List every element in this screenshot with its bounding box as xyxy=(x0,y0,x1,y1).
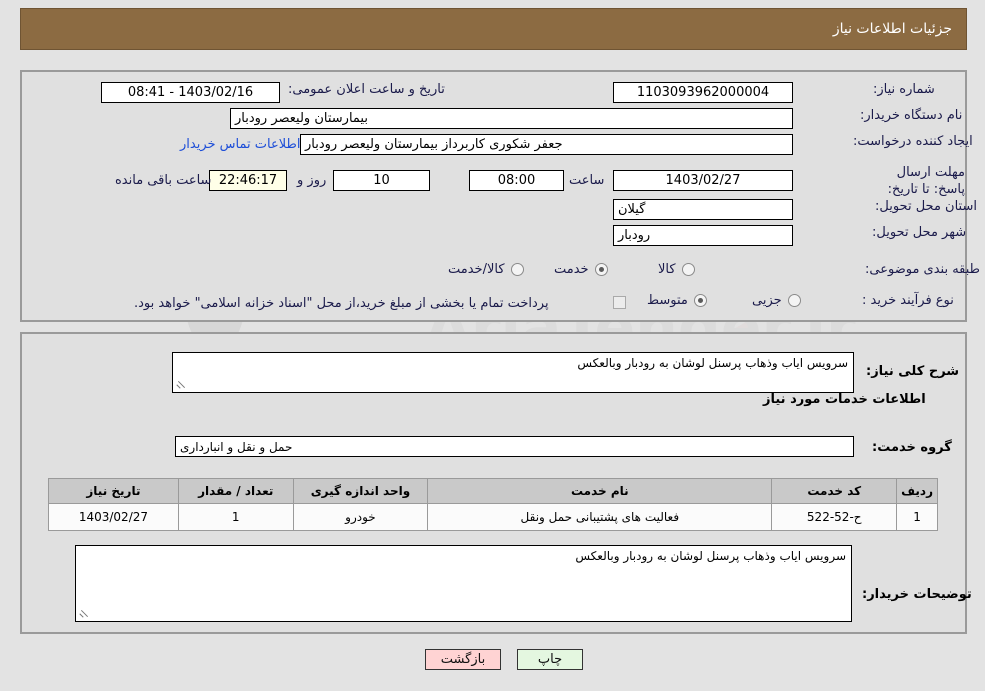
th-index: ردیف xyxy=(896,478,938,504)
cell-name: فعالیت های پشتیبانی حمل ونقل xyxy=(427,503,773,531)
purchase-option-motavasset[interactable]: متوسط xyxy=(647,293,707,308)
service-group-value: حمل و نقل و انبارداری xyxy=(180,439,293,454)
category-label-wrap: طبقه بندی موضوعی: xyxy=(865,262,980,277)
deadline-time-value: 08:00 xyxy=(497,173,536,188)
print-button[interactable]: چاپ xyxy=(517,649,583,670)
general-description-value: سرویس ایاب وذهاب پرسنل لوشان به رودبار و… xyxy=(577,356,848,370)
category-option-kala-khedmat-label: کالا/خدمت xyxy=(448,262,505,277)
purchase-option-motavasset-wrap[interactable]: متوسط xyxy=(647,293,707,308)
category-option-kala-wrap[interactable]: کالا xyxy=(658,262,695,277)
remaining-countdown-value: 22:46:17 xyxy=(218,173,278,188)
deadline-date-value: 1403/02/27 xyxy=(665,173,741,188)
remaining-countdown-label: ساعت باقی مانده xyxy=(115,173,212,188)
radio-icon-motavasset[interactable] xyxy=(693,294,707,307)
table-header-row: ردیف کد خدمت نام خدمت واحد اندازه گیری ت… xyxy=(48,478,938,504)
announce-datetime-value: 1403/02/16 - 08:41 xyxy=(127,85,254,100)
province-label-wrap: استان محل تحویل: xyxy=(875,199,977,214)
purchase-option-jozei-wrap[interactable]: جزیی xyxy=(752,293,801,308)
remaining-days-label: روز و xyxy=(297,173,327,188)
province-value: گیلان xyxy=(618,202,646,217)
creator-field[interactable]: جعفر شکوری کاربرداز بیمارستان ولیعصر رود… xyxy=(300,134,793,155)
general-description-label: شرح کلی نیاز: xyxy=(866,364,960,379)
radio-icon-kala-khedmat[interactable] xyxy=(510,263,524,276)
category-label: طبقه بندی موضوعی: xyxy=(865,262,981,277)
page-title: جزئیات اطلاعات نیاز xyxy=(832,21,952,37)
announce-datetime-field[interactable]: 1403/02/16 - 08:41 xyxy=(101,82,280,103)
service-group-label: گروه خدمت: xyxy=(872,440,952,455)
treasury-note: پرداخت تمام یا بخشی از مبلغ خرید،از محل … xyxy=(134,296,549,311)
city-label-wrap: شهر محل تحویل: xyxy=(872,225,966,240)
purchase-process-label-wrap: نوع فرآیند خرید : xyxy=(862,293,954,308)
treasury-checkbox[interactable] xyxy=(613,296,626,309)
need-number-value: 1103093962000004 xyxy=(636,85,770,100)
th-name: نام خدمت xyxy=(427,478,773,504)
page-header: جزئیات اطلاعات نیاز xyxy=(20,8,967,50)
creator-label: ایجاد کننده درخواست: xyxy=(853,134,973,149)
category-option-kala-khedmat[interactable]: کالا/خدمت xyxy=(448,262,524,277)
th-date: تاریخ نیاز xyxy=(48,478,179,504)
services-section-heading: اطلاعات خدمات مورد نیاز xyxy=(763,392,926,407)
deadline-time-label: ساعت xyxy=(569,173,605,188)
deadline-time-field[interactable]: 08:00 xyxy=(469,170,564,191)
general-description-textarea[interactable]: سرویس ایاب وذهاب پرسنل لوشان به رودبار و… xyxy=(172,352,854,393)
purchase-process-label: نوع فرآیند خرید : xyxy=(862,293,954,308)
need-number-label: شماره نیاز: xyxy=(873,82,935,97)
table-row: 1 ح-52-522 فعالیت های پشتیبانی حمل ونقل … xyxy=(48,503,938,531)
back-button-label: بازگشت xyxy=(440,652,486,667)
need-number-label-wrap: شماره نیاز: xyxy=(873,82,935,97)
cell-date: 1403/02/27 xyxy=(48,503,179,531)
city-label: شهر محل تحویل: xyxy=(872,225,967,240)
cell-quantity: 1 xyxy=(177,503,294,531)
buyer-notes-label: توضیحات خریدار: xyxy=(862,587,972,602)
radio-icon-jozei[interactable] xyxy=(787,294,801,307)
announce-label-wrap: تاریخ و ساعت اعلان عمومی: xyxy=(288,82,445,97)
purchase-option-jozei-label: جزیی xyxy=(752,293,782,308)
cell-code: ح-52-522 xyxy=(771,503,898,531)
buyer-contact-link[interactable]: اطلاعات تماس خریدار xyxy=(180,137,300,152)
buyer-org-label-wrap: نام دستگاه خریدار: xyxy=(860,108,962,123)
category-option-kala[interactable]: کالا xyxy=(658,262,695,277)
th-unit: واحد اندازه گیری xyxy=(292,478,429,504)
need-number-field[interactable]: 1103093962000004 xyxy=(613,82,793,103)
deadline-label: مهلت ارسال پاسخ: تا تاریخ: xyxy=(887,165,965,197)
back-button[interactable]: بازگشت xyxy=(425,649,501,670)
th-code: کد خدمت xyxy=(771,478,898,504)
cell-index: 1 xyxy=(896,503,938,531)
resize-grip-icon[interactable] xyxy=(175,379,187,391)
category-option-kala-khedmat-wrap[interactable]: کالا/خدمت xyxy=(448,262,524,277)
remaining-countdown-field: 22:46:17 xyxy=(209,170,287,191)
category-option-khedmat-wrap[interactable]: خدمت xyxy=(554,262,608,277)
cell-unit: خودرو xyxy=(292,503,429,531)
th-quantity: تعداد / مقدار xyxy=(177,478,294,504)
buyer-notes-value: سرویس ایاب وذهاب پرسنل لوشان به رودبار و… xyxy=(575,549,846,563)
purchase-option-motavasset-label: متوسط xyxy=(647,293,688,308)
province-field[interactable]: گیلان xyxy=(613,199,793,220)
creator-label-wrap: ایجاد کننده درخواست: xyxy=(853,134,973,149)
buyer-org-value: بیمارستان ولیعصر رودبار xyxy=(235,111,368,126)
remaining-days-field[interactable]: 10 xyxy=(333,170,430,191)
service-group-field[interactable]: حمل و نقل و انبارداری xyxy=(175,436,854,457)
buyer-notes-textarea[interactable]: سرویس ایاب وذهاب پرسنل لوشان به رودبار و… xyxy=(75,545,852,622)
announce-label: تاریخ و ساعت اعلان عمومی: xyxy=(288,82,445,97)
radio-icon-kala[interactable] xyxy=(681,263,695,276)
city-value: رودبار xyxy=(618,228,651,243)
category-option-khedmat[interactable]: خدمت xyxy=(554,262,608,277)
deadline-label-wrap: مهلت ارسال پاسخ: تا تاریخ: xyxy=(873,163,965,197)
print-button-label: چاپ xyxy=(537,652,563,667)
radio-icon-khedmat[interactable] xyxy=(594,263,608,276)
resize-grip-icon-notes[interactable] xyxy=(78,608,90,620)
buyer-org-field[interactable]: بیمارستان ولیعصر رودبار xyxy=(230,108,793,129)
remaining-days-value: 10 xyxy=(373,173,390,188)
deadline-date-field[interactable]: 1403/02/27 xyxy=(613,170,793,191)
buyer-org-label: نام دستگاه خریدار: xyxy=(860,108,963,123)
purchase-option-jozei[interactable]: جزیی xyxy=(752,293,801,308)
page-root: AriaTender.ir W جزئیات اطلاعات نیاز شمار… xyxy=(0,0,985,691)
category-option-kala-label: کالا xyxy=(658,262,676,277)
city-field[interactable]: رودبار xyxy=(613,225,793,246)
creator-value: جعفر شکوری کاربرداز بیمارستان ولیعصر رود… xyxy=(305,137,563,152)
services-table: ردیف کد خدمت نام خدمت واحد اندازه گیری ت… xyxy=(48,478,938,531)
category-option-khedmat-label: خدمت xyxy=(554,262,589,277)
province-label: استان محل تحویل: xyxy=(875,199,977,214)
